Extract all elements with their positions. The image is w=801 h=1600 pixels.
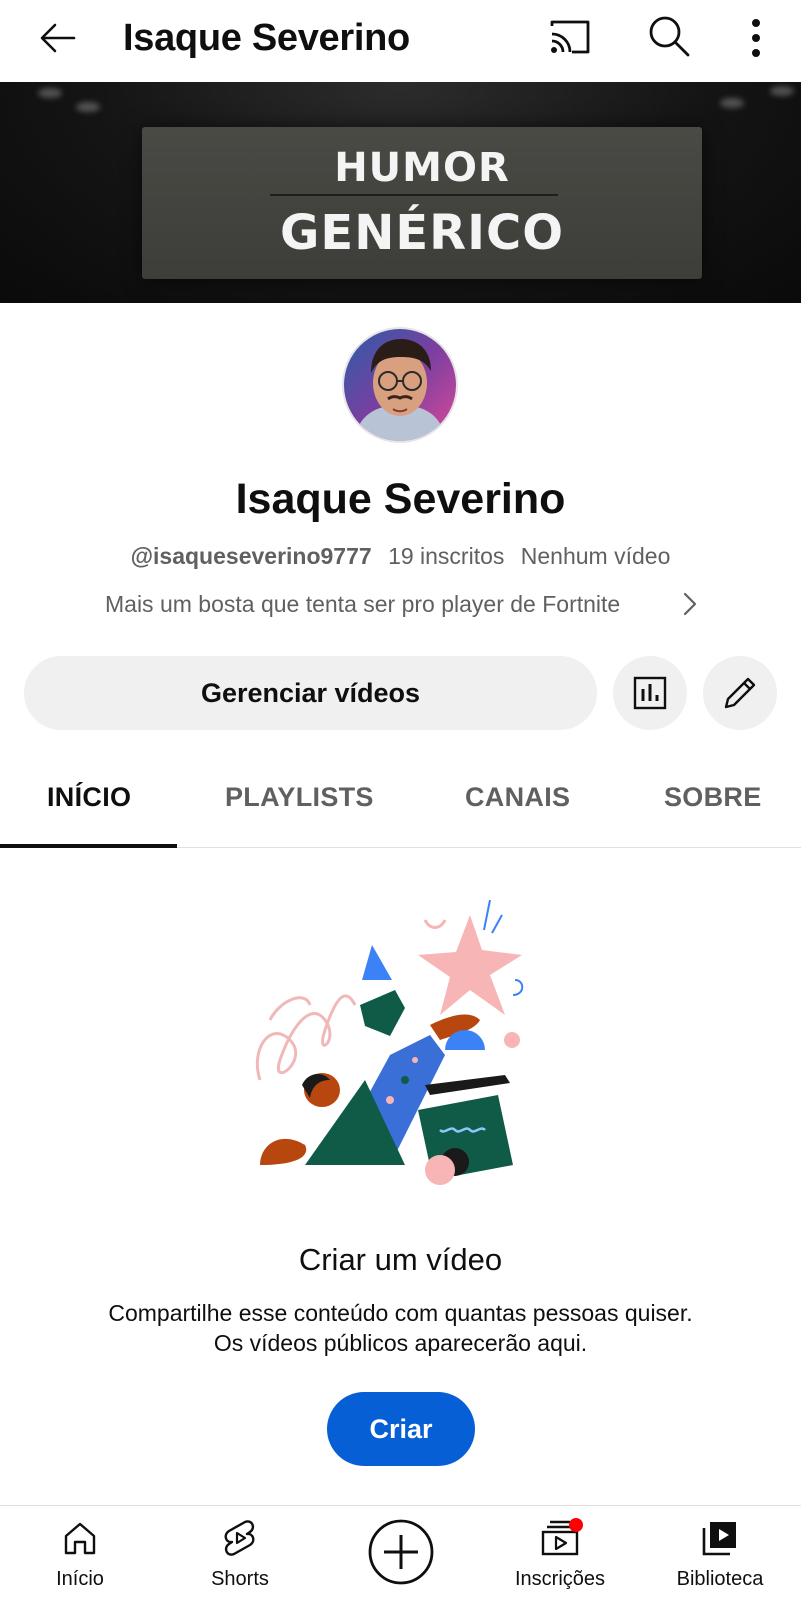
edit-pencil-icon — [724, 677, 756, 709]
top-app-bar: Isaque Severino — [0, 0, 801, 82]
nav-label-biblioteca: Biblioteca — [676, 1568, 764, 1590]
back-arrow-icon[interactable] — [34, 14, 82, 62]
add-circle-icon[interactable] — [367, 1518, 435, 1586]
channel-description[interactable]: Mais um bosta que tenta ser pro player d… — [105, 588, 620, 620]
banner-divider — [270, 194, 558, 196]
nav-item-inscricoes[interactable]: Inscrições — [485, 1506, 635, 1600]
subscriber-count: 19 inscritos — [388, 543, 505, 569]
nav-label-inicio: Início — [56, 1568, 104, 1590]
library-icon — [702, 1522, 736, 1556]
chevron-right-icon[interactable] — [678, 590, 702, 618]
channel-name: Isaque Severino — [235, 475, 566, 523]
tab-inicio[interactable]: INÍCIO — [47, 782, 131, 813]
analytics-button[interactable] — [613, 656, 687, 730]
nav-item-shorts[interactable]: Shorts — [165, 1506, 315, 1600]
analytics-icon — [633, 676, 667, 710]
nav-label-inscricoes: Inscrições — [514, 1568, 606, 1590]
nav-item-inicio[interactable]: Início — [5, 1506, 155, 1600]
empty-state-description: Compartilhe esse conteúdo com quantas pe… — [0, 1298, 801, 1358]
tab-sobre[interactable]: SOBRE — [664, 782, 762, 813]
nav-label-shorts: Shorts — [211, 1568, 269, 1590]
video-count: Nenhum vídeo — [520, 543, 671, 569]
avatar-portrait-icon — [344, 329, 456, 441]
create-video-illustration — [255, 900, 524, 1185]
channel-tabs: INÍCIO PLAYLISTS CANAIS SOBRE — [0, 760, 801, 848]
cast-icon[interactable] — [546, 14, 594, 62]
search-icon[interactable] — [645, 12, 693, 60]
tab-playlists[interactable]: PLAYLISTS — [225, 782, 374, 813]
channel-meta: @isaqueseverino9777 19 inscritos Nenhum … — [0, 540, 801, 572]
more-vert-icon[interactable] — [738, 14, 774, 62]
empty-state-desc-line1: Compartilhe esse conteúdo com quantas pe… — [108, 1300, 693, 1326]
app-bar-title: Isaque Severino — [123, 17, 410, 59]
shorts-icon — [224, 1520, 255, 1556]
active-tab-indicator — [0, 844, 177, 848]
channel-avatar[interactable] — [342, 327, 458, 443]
channel-banner: HUMOR GENÉRICO — [0, 82, 801, 303]
tab-canais[interactable]: CANAIS — [465, 782, 570, 813]
manage-videos-button[interactable]: Gerenciar vídeos — [24, 656, 597, 730]
nav-item-biblioteca[interactable]: Biblioteca — [645, 1506, 795, 1600]
banner-screen: HUMOR GENÉRICO — [142, 127, 702, 279]
empty-state-desc-line2: Os vídeos públicos aparecerão aqui. — [213, 1330, 588, 1356]
notification-dot — [569, 1518, 583, 1532]
banner-text-generico: GENÉRICO — [280, 205, 564, 261]
empty-state-title: Criar um vídeo — [298, 1242, 503, 1277]
create-button[interactable]: Criar — [327, 1392, 475, 1466]
banner-text-humor: HUMOR — [334, 145, 510, 191]
home-icon — [64, 1522, 96, 1555]
channel-handle: @isaqueseverino9777 — [130, 543, 372, 569]
bottom-navigation: Início Shorts Inscrições Biblioteca — [0, 1505, 801, 1600]
edit-channel-button[interactable] — [703, 656, 777, 730]
